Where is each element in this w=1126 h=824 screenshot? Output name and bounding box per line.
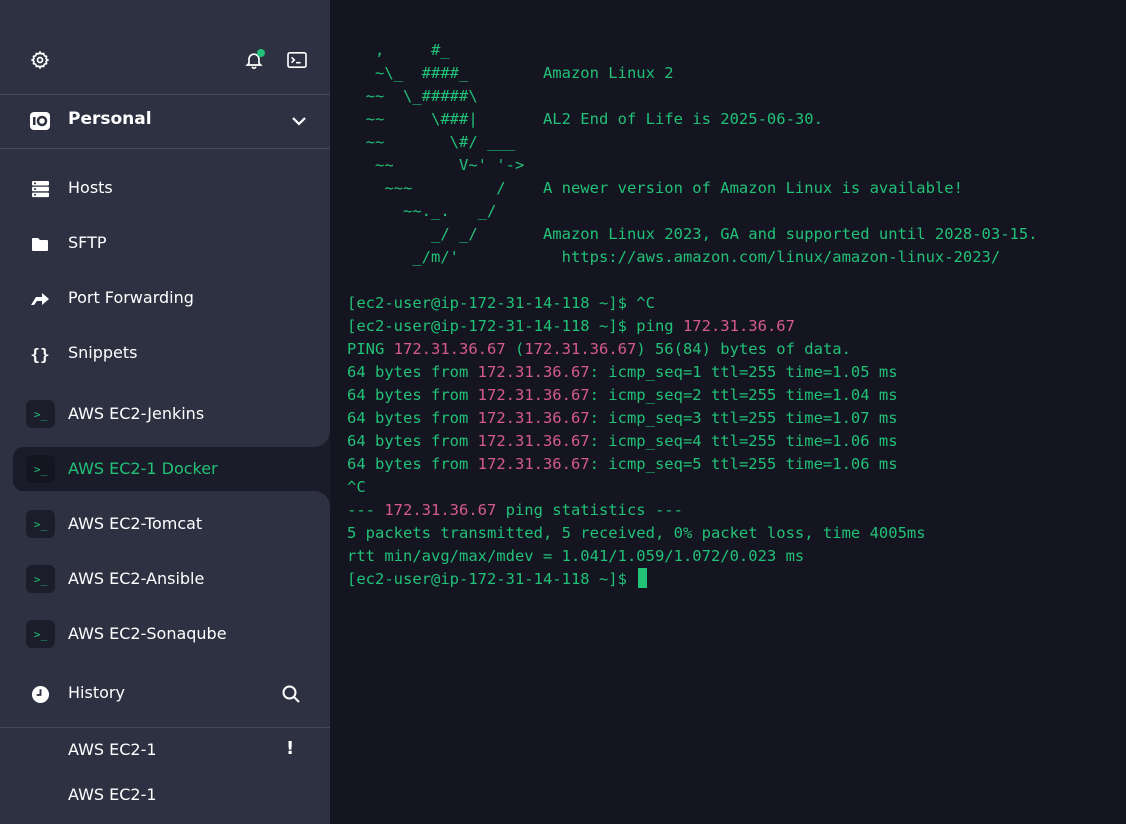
- terminal-line: 64 bytes from 172.31.36.67: icmp_seq=2 t…: [347, 386, 898, 404]
- sidebar-item-label: Snippets: [68, 343, 138, 362]
- sidebar-item-label: Port Forwarding: [68, 288, 194, 307]
- history-header: History: [0, 668, 330, 720]
- terminal-line: ~\_ ####_ Amazon Linux 2: [347, 64, 674, 82]
- host-terminal-icon: >_: [26, 455, 55, 483]
- terminal-line: _/ _/ Amazon Linux 2023, GA and supporte…: [347, 225, 1038, 243]
- host-item[interactable]: >_ AWS EC2-Jenkins: [13, 392, 330, 436]
- host-terminal-icon: >_: [26, 565, 55, 593]
- terminal-line: 64 bytes from 172.31.36.67: icmp_seq=4 t…: [347, 432, 898, 450]
- server-icon: [29, 179, 51, 199]
- terminal-line: 64 bytes from 172.31.36.67: icmp_seq=5 t…: [347, 455, 898, 473]
- sidebar-top-bar: [0, 0, 330, 95]
- terminal-line: 64 bytes from 172.31.36.67: icmp_seq=1 t…: [347, 363, 898, 381]
- sidebar: Personal Hosts SFTP Port Forwarding {} S…: [0, 0, 343, 824]
- history-label: History: [68, 683, 125, 702]
- terminal-line: 64 bytes from 172.31.36.67: icmp_seq=3 t…: [347, 409, 898, 427]
- sidebar-item-port-forwarding[interactable]: Port Forwarding: [0, 273, 330, 325]
- terminal-line: [ec2-user@ip-172-31-14-118 ~]$ ^C: [347, 294, 655, 312]
- terminal-line: ^C: [347, 478, 366, 496]
- host-terminal-icon: >_: [26, 510, 55, 538]
- sidebar-item-snippets[interactable]: {} Snippets: [0, 328, 330, 380]
- warning-icon: !: [286, 738, 295, 759]
- vault-icon: [29, 111, 51, 131]
- history-item-label: AWS EC2-1: [68, 785, 157, 804]
- vault-selector[interactable]: Personal: [0, 96, 330, 148]
- host-label: AWS EC2-Jenkins: [68, 404, 205, 423]
- terminal-cursor: [638, 568, 648, 588]
- terminal-line: rtt min/avg/max/mdev = 1.041/1.059/1.072…: [347, 547, 805, 565]
- host-terminal-icon: >_: [26, 620, 55, 648]
- sidebar-item-label: Hosts: [68, 178, 113, 197]
- terminal-line: --- 172.31.36.67 ping statistics ---: [347, 501, 683, 519]
- terminal-line: ~~ \###| AL2 End of Life is 2025-06-30.: [347, 110, 823, 128]
- notification-dot: [257, 49, 265, 57]
- terminal-line: [ec2-user@ip-172-31-14-118 ~]$ ping 172.…: [347, 317, 795, 335]
- terminal-line: , #_: [347, 41, 450, 59]
- history-item-label: AWS EC2-1: [68, 740, 157, 759]
- sidebar-item-hosts[interactable]: Hosts: [0, 163, 330, 215]
- terminal-line: _/m/' https://aws.amazon.com/linux/amazo…: [347, 248, 1001, 266]
- sidebar-item-label: SFTP: [68, 233, 107, 252]
- host-item[interactable]: >_ AWS EC2-Ansible: [13, 557, 330, 601]
- folder-icon: [29, 234, 51, 254]
- host-label: AWS EC2-1 Docker: [68, 459, 218, 478]
- terminal-line: [ec2-user@ip-172-31-14-118 ~]$: [347, 568, 648, 591]
- chevron-down-icon[interactable]: [290, 113, 308, 127]
- terminal-line: ~~ \_#####\: [347, 87, 478, 105]
- terminal-line: 5 packets transmitted, 5 received, 0% pa…: [347, 524, 926, 542]
- host-label: AWS EC2-Ansible: [68, 569, 205, 588]
- terminal-icon[interactable]: [286, 49, 308, 71]
- sidebar-item-sftp[interactable]: SFTP: [0, 218, 330, 270]
- forward-arrow-icon: [29, 289, 51, 309]
- host-item-active[interactable]: >_ AWS EC2-1 Docker: [13, 447, 343, 491]
- host-label: AWS EC2-Tomcat: [68, 514, 203, 533]
- search-icon[interactable]: [281, 684, 301, 704]
- tab-curve: [314, 431, 330, 447]
- host-label: AWS EC2-Sonaqube: [68, 624, 227, 643]
- clock-icon: [29, 684, 51, 704]
- gear-icon[interactable]: [29, 49, 51, 71]
- host-item[interactable]: >_ AWS EC2-Sonaqube: [13, 612, 330, 656]
- terminal-pane[interactable]: , #_ ~\_ ####_ Amazon Linux 2 ~~ \_#####…: [330, 0, 1126, 824]
- terminal-line: ~~~ / A newer version of Amazon Linux is…: [347, 179, 963, 197]
- braces-icon: {}: [30, 344, 50, 364]
- terminal-line: ~~ \#/ ___: [347, 133, 515, 151]
- divider: [0, 94, 330, 95]
- terminal-line: PING 172.31.36.67 (172.31.36.67) 56(84) …: [347, 340, 851, 358]
- terminal-line: ~~ V~' '->: [347, 156, 525, 174]
- history-item[interactable]: AWS EC2-1 !: [0, 730, 330, 770]
- divider: [0, 727, 330, 728]
- history-item[interactable]: AWS EC2-1: [0, 775, 330, 815]
- divider: [0, 148, 330, 149]
- bell-icon[interactable]: [243, 49, 265, 71]
- terminal-line: ~~._. _/: [347, 202, 497, 220]
- vault-label: Personal: [68, 109, 152, 129]
- host-terminal-icon: >_: [26, 400, 55, 428]
- host-item[interactable]: >_ AWS EC2-Tomcat: [13, 502, 330, 546]
